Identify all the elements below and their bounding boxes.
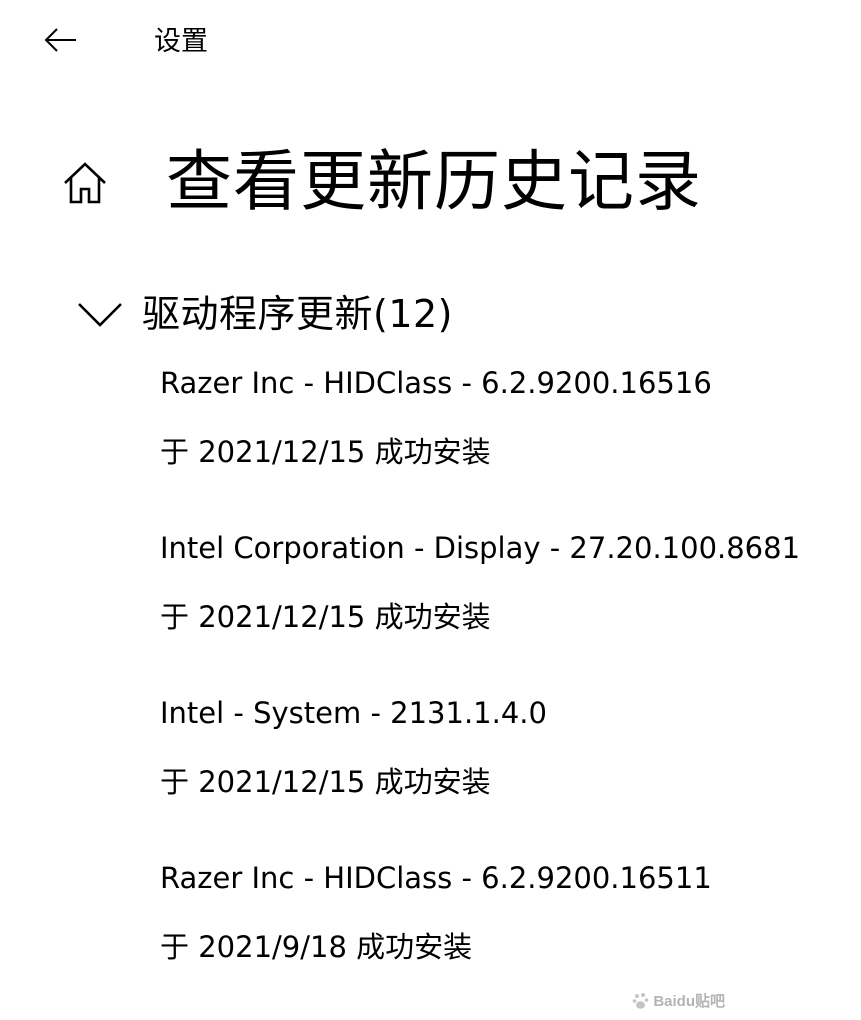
update-name: Intel Corporation - Display - 27.20.100.… [160,531,801,565]
watermark-text: Baidu贴吧 [653,993,725,1010]
driver-updates-section-toggle[interactable]: 驱动程序更新(12) [76,284,453,344]
update-item[interactable]: Intel - System - 2131.1.4.0 于 2021/12/15… [160,690,850,855]
update-status: 于 2021/12/15 成功安装 [160,600,491,634]
update-status: 于 2021/12/15 成功安装 [160,765,491,799]
update-name: Razer Inc - HIDClass - 6.2.9200.16516 [160,366,712,400]
update-status: 于 2021/12/15 成功安装 [160,435,491,469]
home-button[interactable] [58,156,112,210]
update-status: 于 2021/9/18 成功安装 [160,930,473,964]
driver-update-list: Razer Inc - HIDClass - 6.2.9200.16516 于 … [160,360,850,1020]
home-icon [64,162,106,204]
update-item[interactable]: Intel Corporation - Display - 27.20.100.… [160,525,850,690]
update-item[interactable]: Razer Inc - HIDClass - 6.2.9200.16511 于 … [160,855,850,1020]
watermark: Baidu贴吧 [632,990,725,1011]
page-title: 查看更新历史记录 [166,143,702,220]
back-button[interactable] [36,18,86,62]
update-name: Razer Inc - HIDClass - 6.2.9200.16511 [160,861,712,895]
baidu-paw-logo [633,992,649,1009]
update-name: Intel - System - 2131.1.4.0 [160,696,547,730]
back-arrow-icon [44,28,76,52]
app-title: 设置 [154,26,208,57]
section-title: 驱动程序更新(12) [142,292,454,336]
chevron-down-icon [76,294,128,334]
update-item[interactable]: Razer Inc - HIDClass - 6.2.9200.16516 于 … [160,360,850,525]
